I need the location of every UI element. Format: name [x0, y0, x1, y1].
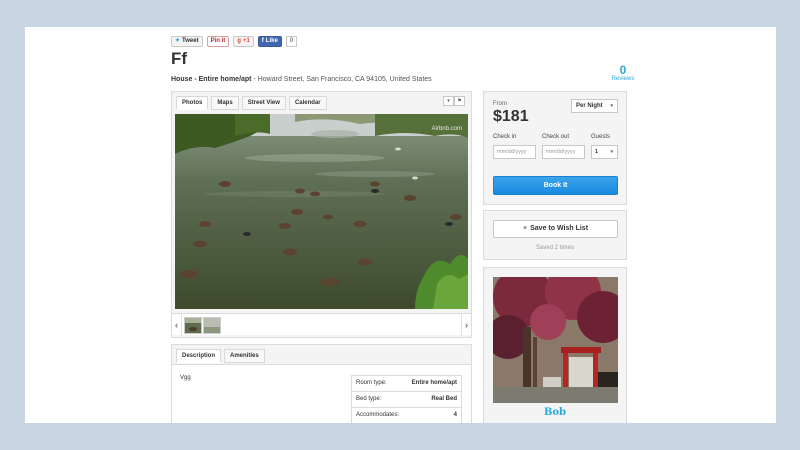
property-label: Accommodates: — [356, 412, 400, 418]
booking-panel: From $181 Per Night ▾ Check in Check out… — [483, 91, 627, 205]
photo-panel: Photos Maps Street View Calendar ▾ ⚑ Air… — [171, 91, 472, 338]
checkin-input[interactable]: mm/dd/yyyy — [493, 145, 536, 159]
tab-maps[interactable]: Maps — [211, 96, 239, 110]
save-to-wishlist-button[interactable]: ♥ Save to Wish List — [493, 220, 618, 238]
listing-photo[interactable]: Airbnb.com — [175, 114, 468, 309]
property-value: 4 — [453, 412, 457, 418]
like-count: 0 — [285, 36, 298, 47]
listing-subtitle: House - Entire home/apt - Howard Street,… — [171, 76, 432, 83]
chevron-left-icon[interactable]: ‹ — [172, 314, 182, 336]
tab-description[interactable]: Description — [176, 349, 222, 363]
price-period-select[interactable]: Per Night ▾ — [571, 99, 618, 113]
wishlist-label: Save to Wish List — [530, 225, 589, 232]
tab-calendar[interactable]: Calendar — [288, 96, 327, 110]
pond-with-ducks-image — [175, 114, 468, 309]
listing-title: Ff — [171, 49, 188, 68]
host-name[interactable]: Bob — [484, 407, 626, 418]
tab-photos[interactable]: Photos — [176, 96, 209, 110]
guests-select[interactable]: 1 ▾ — [591, 145, 618, 159]
guests-value: 1 — [595, 149, 599, 155]
host-avatar[interactable] — [493, 277, 618, 403]
thumbnail-1[interactable] — [184, 317, 202, 334]
heart-icon: ♥ — [522, 225, 528, 232]
tweet-button[interactable]: ✦ Tweet — [171, 36, 203, 47]
checkout-input[interactable]: mm/dd/yyyy — [542, 145, 585, 159]
from-label: From — [493, 101, 507, 107]
description-panel: Description Amenities Vgg Room type: Ent… — [171, 344, 472, 423]
thumbnail-2[interactable] — [203, 317, 221, 334]
dropdown-icon[interactable]: ▾ — [443, 96, 454, 106]
property-label: Bed type: — [356, 396, 382, 402]
description-tabs: Description Amenities — [176, 349, 265, 363]
tab-street-view[interactable]: Street View — [241, 96, 286, 110]
wishlist-panel: ♥ Save to Wish List Saved 2 times — [483, 210, 627, 260]
reviews-label: Reviews — [611, 76, 635, 82]
chevron-down-icon: ▾ — [610, 149, 613, 155]
property-label: Room type: — [356, 380, 387, 386]
thumbnail-image — [204, 318, 220, 333]
checkout-label: Check out — [542, 134, 570, 140]
property-table: Room type: Entire home/apt Bed type: Rea… — [351, 375, 462, 423]
photo-tools: ▾ ⚑ — [443, 96, 465, 106]
twitter-bird-icon: ✦ — [175, 38, 181, 44]
property-row: Accommodates: 4 — [352, 408, 461, 423]
property-row: Room type: Entire home/apt — [352, 376, 461, 392]
book-it-button[interactable]: Book It — [493, 176, 618, 195]
description-body: Vgg Room type: Entire home/apt Bed type:… — [172, 364, 471, 423]
chevron-right-icon[interactable]: › — [461, 314, 471, 336]
google-plus-icon: g — [237, 38, 241, 44]
listing-type: House - Entire home/apt — [171, 76, 252, 83]
reviews-link[interactable]: 0 Reviews — [603, 63, 643, 82]
social-share-bar: ✦ Tweet Pin it g +1 f Like 0 — [171, 36, 298, 47]
guests-label: Guests — [591, 134, 611, 140]
listing-page: ✦ Tweet Pin it g +1 f Like 0 Ff House - Ent… — [25, 27, 776, 423]
host-panel: Bob — [483, 267, 627, 423]
thumbnail-image — [185, 318, 201, 333]
listing-address: - Howard Street, San Francisco, CA 94105… — [251, 76, 432, 83]
price-period-value: Per Night — [576, 103, 603, 109]
reviews-count: 0 — [619, 63, 627, 77]
property-row: Bed type: Real Bed — [352, 392, 461, 408]
chevron-down-icon: ▾ — [610, 103, 613, 109]
property-value: Real Bed — [431, 396, 457, 402]
photo-watermark: Airbnb.com — [431, 126, 462, 132]
checkin-label: Check in — [493, 134, 517, 140]
pin-it-button[interactable]: Pin it — [206, 36, 230, 47]
google-plus-button[interactable]: g +1 — [233, 36, 254, 47]
host-photo-image — [493, 277, 618, 403]
facebook-icon: f — [261, 38, 264, 44]
tab-amenities[interactable]: Amenities — [224, 349, 265, 363]
price: $181 — [493, 108, 529, 125]
property-value: Entire home/apt — [411, 380, 457, 386]
photo-tabs: Photos Maps Street View Calendar — [176, 96, 327, 110]
thumbnail-strip: ‹ › — [172, 313, 471, 336]
saved-count: Saved 2 times — [535, 245, 575, 251]
flag-icon[interactable]: ⚑ — [454, 96, 465, 106]
facebook-like-button[interactable]: f Like — [257, 36, 282, 47]
description-text: Vgg — [180, 375, 191, 381]
